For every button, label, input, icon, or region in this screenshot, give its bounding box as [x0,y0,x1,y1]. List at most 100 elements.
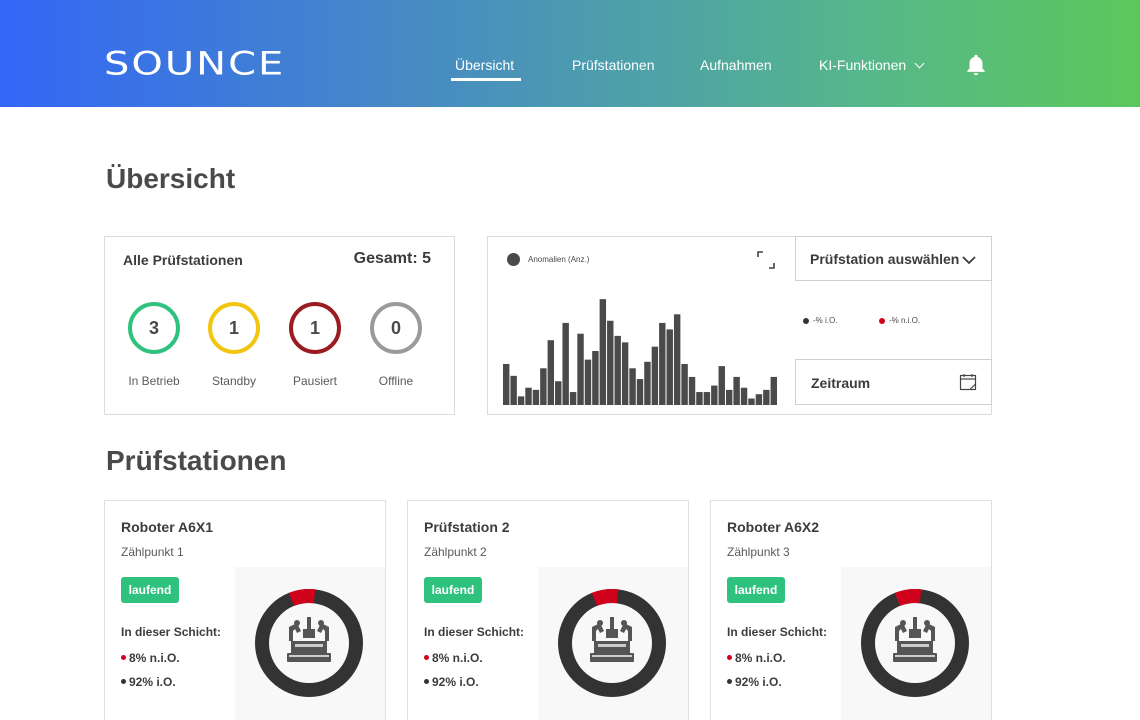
chart-bar [555,381,562,405]
nio-legend-label: -% n.i.O. [889,316,921,325]
station-card[interactable]: Roboter A6X2 Zählpunkt 3 laufend In dies… [710,500,992,720]
chart-bar [503,363,510,405]
status-offline-label: Offline [378,374,414,388]
status-paused-label: Pausiert [292,374,338,388]
io-value: 92% i.O. [432,675,479,689]
chart-bar [659,322,666,405]
robot-station-icon [893,617,937,662]
chevron-down-icon [962,256,976,265]
status-standby-label: Standby [211,374,257,388]
chart-bar [718,366,725,405]
station-name: Roboter A6X1 [121,519,214,535]
shift-label: In dieser Schicht: [727,625,828,639]
station-name: Roboter A6X2 [727,519,820,535]
nio-dot [121,655,126,660]
status-standby-count[interactable]: 1 [208,302,260,354]
io-stat: 92% i.O. [121,675,176,689]
station-card[interactable]: Roboter A6X1 Zählpunkt 1 laufend In dies… [104,500,386,720]
io-legend-dot [803,318,809,324]
io-dot [424,679,429,684]
station-card[interactable]: Prüfstation 2 Zählpunkt 2 laufend In die… [407,500,689,720]
nio-value: 8% n.i.O. [129,651,180,665]
chart-bar [681,363,688,405]
chart-bar [562,322,569,405]
shift-label: In dieser Schicht: [424,625,525,639]
status-paused-count[interactable]: 1 [289,302,341,354]
chart-bar [584,359,592,405]
chart-bar [725,389,733,405]
anomaly-bar-chart [503,299,777,405]
station-name: Prüfstation 2 [424,519,510,535]
chart-legend-marker [507,253,520,266]
total-count: Gesamt: 5 [353,250,431,267]
chart-bar [614,335,621,405]
chart-bar [748,398,755,405]
io-value: 92% i.O. [129,675,176,689]
station-counter: Zählpunkt 2 [424,545,487,559]
expand-icon[interactable] [757,251,775,269]
chart-bar [636,379,644,405]
chart-bar [755,394,763,405]
chart-bar [621,342,629,405]
nav-active-indicator [451,78,521,81]
io-stat: 92% i.O. [727,675,782,689]
chart-bar [740,387,748,405]
chart-bar [532,389,540,405]
chart-bar [629,368,636,405]
bell-icon[interactable] [963,52,989,78]
status-running-label: In Betrieb [128,374,180,388]
chart-bar [510,375,517,405]
chart-bar [547,340,555,405]
period-select[interactable]: Zeitraum [795,359,992,405]
status-badge: laufend [727,577,785,603]
chart-bar [517,396,525,405]
chart-bar [763,389,770,405]
quality-donut-chart [558,589,666,697]
station-counter: Zählpunkt 1 [121,545,184,559]
robot-station-icon [287,617,331,662]
chart-bar [644,361,651,405]
stations-section-title: Prüfstationen [106,445,287,476]
chart-bar [703,392,711,405]
nav-pruefstationen[interactable]: Prüfstationen [572,56,655,74]
chart-legend-label: Anomalien (Anz.) [528,255,590,264]
all-stations-title: Alle Prüfstationen [123,252,243,268]
chart-bar [770,376,777,405]
robot-station-icon [590,617,634,662]
sounce-logo[interactable]: SOUNCE [104,48,285,80]
chart-bar [673,314,681,405]
nav-ki-funktionen[interactable]: KI-Funktionen [819,56,925,74]
chart-bar [540,368,547,405]
nio-legend-dot [879,318,885,324]
status-running-count[interactable]: 3 [128,302,180,354]
nio-dot [424,655,429,660]
station-donut-area [841,567,991,720]
nio-value: 8% n.i.O. [735,651,786,665]
station-donut-area [538,567,688,720]
nav-uebersicht[interactable]: Übersicht [455,56,514,74]
top-navigation-bar: SOUNCE Übersicht Prüfstationen Aufnahmen… [0,0,1140,107]
chart-bar [688,376,696,405]
nav-ki-funktionen-label: KI-Funktionen [819,57,907,73]
io-stat: 92% i.O. [424,675,479,689]
period-label: Zeitraum [811,375,871,391]
chart-bar [599,299,607,405]
nav-aufnahmen[interactable]: Aufnahmen [700,56,772,74]
station-select[interactable]: Prüfstation auswählen [795,236,992,281]
chart-bar [711,385,718,405]
status-badge: laufend [424,577,482,603]
io-dot [727,679,732,684]
io-dot [121,679,126,684]
nio-stat: 8% n.i.O. [727,651,786,665]
io-legend-label: -% i.O. [813,316,838,325]
page-title: Übersicht [106,163,236,194]
status-offline-count[interactable]: 0 [370,302,422,354]
nio-dot [727,655,732,660]
chart-bar [569,392,577,405]
io-value: 92% i.O. [735,675,782,689]
chart-bar [666,329,673,405]
calendar-icon [959,374,977,391]
station-donut-area [235,567,385,720]
chart-bar [651,346,659,405]
chart-bar [607,320,614,405]
